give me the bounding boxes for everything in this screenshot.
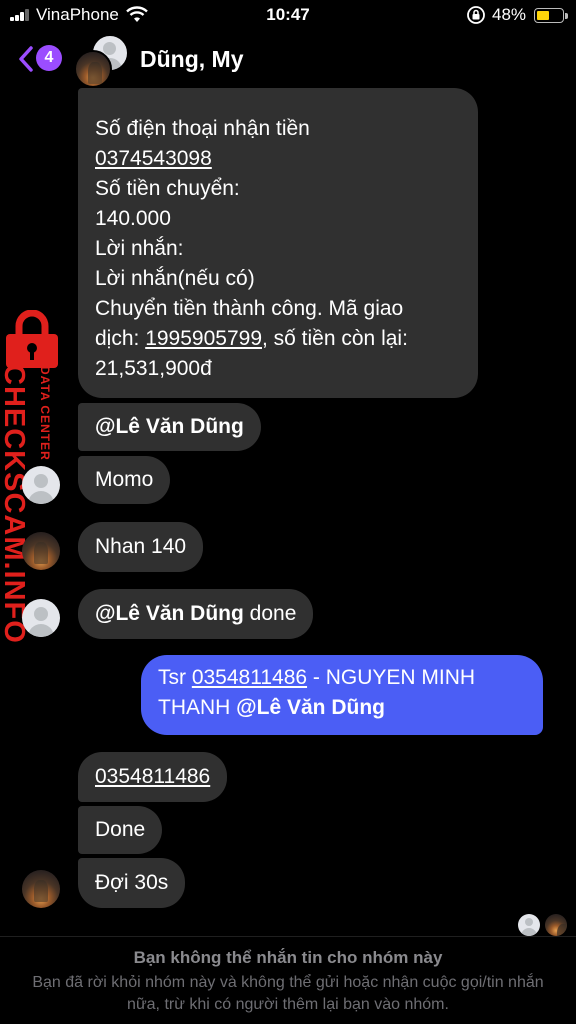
unread-count-badge: 4 (36, 45, 62, 71)
watermark-text: CHECKSCAM.INFO (0, 364, 30, 644)
message-bubble[interactable]: @Lê Văn Dũng (78, 403, 261, 451)
padlock-icon (6, 310, 58, 368)
default-avatar-icon[interactable] (22, 599, 60, 637)
back-chevron-icon (19, 46, 33, 72)
footer-title: Bạn không thể nhắn tin cho nhóm này (133, 948, 443, 967)
phone-link[interactable]: 0354811486 (192, 666, 307, 689)
chat-header: 4 Dũng, My (0, 30, 576, 88)
transaction-link[interactable]: 1995905799 (145, 327, 262, 350)
message-bubble[interactable]: Done (78, 806, 163, 854)
default-avatar-icon[interactable] (22, 466, 60, 504)
group-avatar[interactable] (74, 32, 130, 88)
read-receipt-avatar (545, 914, 567, 936)
outgoing-message-bubble[interactable]: Tsr 0354811486 - NGUYEN MINH THANH @Lê V… (141, 655, 543, 735)
chat-title[interactable]: Dũng, My (140, 46, 244, 73)
message-bubble[interactable]: 0354811486 (78, 752, 228, 802)
mention[interactable]: @Lê Văn Dũng (95, 415, 244, 438)
clock: 10:47 (266, 5, 310, 24)
battery-percent: 48% (492, 5, 527, 24)
message-bubble[interactable]: Nhan 140 (78, 522, 204, 572)
footer-divider (0, 936, 576, 937)
phone-link[interactable]: 0374543098 (95, 147, 212, 170)
member-avatar[interactable] (22, 870, 60, 908)
member-avatar[interactable] (22, 532, 60, 570)
read-receipt-avatar (518, 914, 540, 936)
message-bubble[interactable]: @Lê Văn Dũng done (78, 589, 314, 639)
phone-link[interactable]: 0354811486 (95, 765, 210, 788)
battery-icon (534, 8, 568, 23)
footer-text: Bạn đã rời khỏi nhóm này và không thể gử… (32, 974, 544, 1013)
rotation-lock-icon (467, 6, 485, 24)
mention[interactable]: @Lê Văn Dũng (236, 696, 385, 719)
status-bar: VinaPhone 10:47 48% (0, 0, 576, 30)
mention[interactable]: @Lê Văn Dũng (95, 602, 244, 625)
back-button[interactable]: 4 (14, 42, 66, 76)
member-avatar (74, 50, 112, 88)
message-bubble[interactable]: Momo (78, 456, 171, 504)
message-bubble[interactable]: Đợi 30s (78, 858, 186, 908)
watermark-subtext: DATA CENTER (38, 366, 52, 461)
message-bubble[interactable]: Số điện thoại nhận tiền 0374543098 Số ti… (78, 88, 478, 398)
